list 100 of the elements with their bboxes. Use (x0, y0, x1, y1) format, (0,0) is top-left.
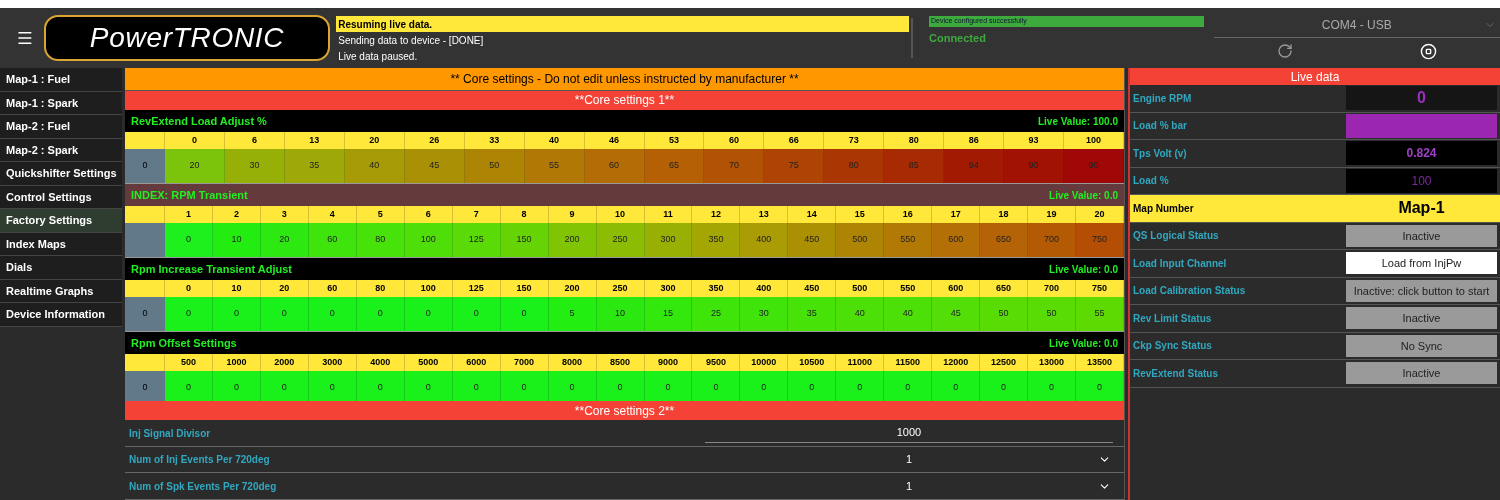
value-cell[interactable]: 0 (452, 297, 501, 332)
value-cell[interactable]: 35 (284, 149, 345, 184)
value-cell[interactable]: 40 (344, 149, 405, 184)
value-cell[interactable]: 55 (524, 149, 585, 184)
value-cell[interactable]: 0 (788, 371, 837, 401)
value-cell[interactable]: 15 (644, 297, 693, 332)
refresh-icon[interactable] (1276, 43, 1293, 59)
sidebar-item[interactable]: Device Information (0, 303, 122, 327)
sidebar-item[interactable]: Dials (0, 256, 122, 280)
sidebar-item[interactable]: Control Settings (0, 185, 122, 209)
stop-icon[interactable] (1419, 43, 1437, 60)
value-cell[interactable]: 0 (500, 297, 549, 332)
live-value: Live Value: 0.0 (1049, 188, 1118, 203)
table-title: INDEX: RPM Transient (131, 188, 248, 203)
value-cell[interactable]: 0 (452, 371, 501, 401)
value-cell[interactable]: 50 (464, 149, 525, 184)
input-field[interactable]: 1000 (705, 423, 1113, 444)
sidebar-item[interactable]: Quickshifter Settings (0, 162, 122, 186)
connection-status: Connected (929, 31, 987, 46)
value-cell[interactable]: 150 (500, 223, 549, 258)
value-cell[interactable]: 45 (404, 149, 465, 184)
value-cell[interactable]: 0 (884, 371, 933, 401)
sidebar-item[interactable]: Map-2 : Spark (0, 138, 122, 162)
port-dropdown[interactable]: COM4 - USB (1213, 12, 1500, 38)
sidebar-item[interactable]: Factory Settings (0, 209, 122, 233)
value-cell[interactable]: 600 (932, 223, 981, 258)
live-value: Live Value: 0.0 (1049, 262, 1118, 277)
value-cell[interactable]: 0 (356, 297, 405, 332)
sidebar-item[interactable]: Index Maps (0, 232, 122, 256)
live-data-label: Load % bar (1132, 119, 1188, 134)
sidebar-item[interactable]: Map-1 : Fuel (0, 68, 122, 92)
value-cell[interactable]: 0 (165, 297, 213, 332)
value-cell[interactable]: 0 (404, 297, 453, 332)
value-cell[interactable]: 5 (548, 297, 597, 332)
value-cell[interactable]: 30 (740, 297, 789, 332)
value-cell[interactable]: 50 (980, 297, 1029, 332)
value-cell[interactable]: 0 (596, 371, 645, 401)
sidebar-item[interactable]: Map-1 : Spark (0, 91, 122, 115)
value-cell[interactable]: 50 (1028, 297, 1077, 332)
channel-selector[interactable]: Load from InjPw (1346, 252, 1497, 275)
value-cell[interactable]: 0 (308, 297, 357, 332)
value-cell[interactable]: 350 (692, 223, 741, 258)
value-cell[interactable]: 500 (836, 223, 885, 258)
setting-dropdown[interactable]: 1 (705, 449, 1113, 470)
value-cell[interactable]: 0 (932, 371, 981, 401)
value-cell[interactable]: 20 (165, 149, 225, 184)
value-cell[interactable]: 55 (1076, 297, 1124, 332)
value-cell[interactable]: 60 (584, 149, 645, 184)
value-cell[interactable]: 0 (212, 297, 261, 332)
value-cell[interactable]: 550 (884, 223, 933, 258)
value-cell[interactable]: 125 (452, 223, 501, 258)
value-cell[interactable]: 60 (308, 223, 357, 258)
value-cell[interactable]: 0 (212, 371, 261, 401)
value-cell[interactable]: 650 (980, 223, 1029, 258)
value-cell[interactable]: 10 (212, 223, 261, 258)
value-cell[interactable]: 45 (932, 297, 981, 332)
sidebar-item[interactable]: Realtime Graphs (0, 279, 122, 303)
value-cell[interactable]: 35 (788, 297, 837, 332)
value-cell[interactable]: 0 (740, 371, 789, 401)
setting-label: Num of Spk Events Per 720deg (128, 479, 278, 494)
value-cell[interactable]: 0 (980, 371, 1029, 401)
value-cell[interactable]: 30 (224, 149, 285, 184)
live-data-label: Engine RPM (1132, 91, 1193, 106)
menu-icon[interactable] (16, 29, 34, 47)
value-cell[interactable]: 0 (548, 371, 597, 401)
value-cell[interactable]: 200 (548, 223, 597, 258)
value-cell[interactable]: 0 (692, 371, 741, 401)
section-header: **Core settings 1** (125, 90, 1124, 111)
panel-title: Live data (1130, 68, 1500, 85)
value-cell[interactable]: 80 (356, 223, 405, 258)
status-message: Live data paused. (337, 49, 419, 64)
table-title: RevExtend Load Adjust % (131, 114, 267, 129)
value-cell[interactable]: 0 (644, 371, 693, 401)
value-cell[interactable]: 0 (1076, 371, 1124, 401)
value-cell[interactable]: 40 (884, 297, 933, 332)
value-cell[interactable]: 25 (692, 297, 741, 332)
setting-dropdown[interactable]: 1 (705, 476, 1113, 497)
row-label-cell: 0 (125, 149, 165, 184)
value-cell[interactable]: 250 (596, 223, 645, 258)
value-cell[interactable]: 0 (165, 223, 213, 258)
value-cell[interactable]: 300 (644, 223, 693, 258)
value-cell[interactable]: 0 (404, 371, 453, 401)
value-cell[interactable]: 40 (836, 297, 885, 332)
value-cell[interactable]: 0 (500, 371, 549, 401)
setting-label: Num of Inj Events Per 720deg (128, 453, 271, 468)
value-cell[interactable]: 10 (596, 297, 645, 332)
value-cell[interactable]: 0 (836, 371, 885, 401)
value-cell[interactable]: 0 (356, 371, 405, 401)
value-cell[interactable]: 20 (260, 223, 309, 258)
value-cell[interactable]: 65 (644, 149, 705, 184)
value-cell[interactable]: 450 (788, 223, 837, 258)
row-label-cell: 0 (125, 371, 165, 401)
value-cell[interactable]: 100 (404, 223, 453, 258)
value-cell[interactable]: 0 (1028, 371, 1077, 401)
value-cell[interactable]: 0 (260, 371, 309, 401)
sidebar-item[interactable]: Map-2 : Fuel (0, 115, 122, 139)
value-cell[interactable]: 0 (165, 371, 213, 401)
value-cell[interactable]: 0 (260, 297, 309, 332)
value-cell[interactable]: 400 (740, 223, 789, 258)
value-cell[interactable]: 0 (308, 371, 357, 401)
